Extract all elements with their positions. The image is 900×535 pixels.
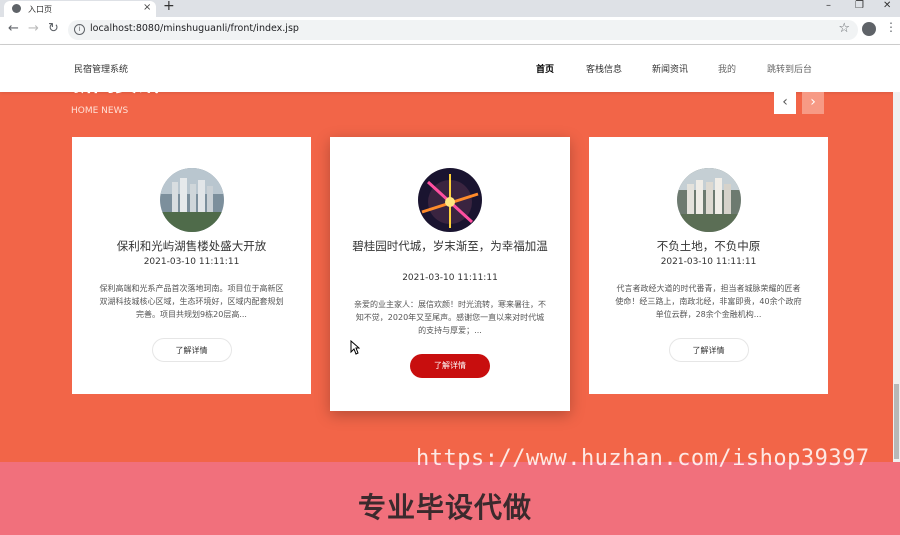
nav-admin[interactable]: 跳转到后台 — [767, 62, 812, 75]
nav-inn-info[interactable]: 客栈信息 — [586, 62, 622, 75]
window-close-icon[interactable]: ✕ — [883, 0, 891, 11]
carousel-next-button[interactable]: › — [802, 92, 824, 114]
url-input[interactable]: i localhost:8080/minshuguanli/front/inde… — [68, 20, 858, 40]
learn-more-button[interactable]: 了解详情 — [668, 338, 749, 362]
learn-more-button[interactable]: 了解详情 — [410, 354, 490, 378]
nav-mine[interactable]: 我的 — [718, 62, 736, 75]
watermark-url: https://www.huzhan.com/ishop39397 — [416, 446, 870, 471]
address-bar-row: ← → ↻ i localhost:8080/minshuguanli/fron… — [0, 17, 900, 45]
url-text: localhost:8080/minshuguanli/front/index.… — [90, 23, 299, 34]
news-date: 2021-03-10 11:11:11 — [660, 257, 757, 267]
forward-icon[interactable]: → — [28, 21, 39, 36]
news-card[interactable]: 碧桂园时代城，岁末渐至，为幸福加温 2021-03-10 11:11:11 亲爱… — [330, 137, 570, 411]
news-date: 2021-03-10 11:11:11 — [143, 257, 240, 267]
news-summary: 代言者政经大道的时代番青，担当者城脉荣耀的匠者使命！经三路上，南政北经，非富即贵… — [615, 284, 802, 319]
minimize-icon[interactable]: – — [826, 0, 831, 11]
learn-more-button[interactable]: 了解详情 — [151, 338, 232, 362]
news-title[interactable]: 保利和光屿湖售楼处盛大开放 — [90, 238, 293, 254]
bookmark-star-icon[interactable]: ☆ — [838, 21, 850, 36]
watermark-text: 专业毕设代做 — [358, 491, 533, 524]
menu-dots-icon[interactable]: ⋮ — [885, 20, 897, 34]
reload-icon[interactable]: ↻ — [48, 21, 59, 36]
browser-tab-bar: 入口页 × + – ❐ ✕ — [0, 0, 900, 17]
nav-news[interactable]: 新闻资讯 — [652, 62, 688, 75]
browser-tab[interactable]: 入口页 × — [4, 1, 156, 17]
back-icon[interactable]: ← — [8, 21, 19, 36]
news-thumbnail[interactable] — [676, 168, 741, 232]
news-title[interactable]: 碧桂园时代城，岁末渐至，为幸福加温 — [348, 238, 552, 254]
news-thumbnail[interactable] — [159, 168, 224, 232]
info-icon[interactable]: i — [74, 24, 85, 35]
tab-close-icon[interactable]: × — [143, 2, 151, 13]
news-card[interactable]: 保利和光屿湖售楼处盛大开放 2021-03-10 11:11:11 保利高端和光… — [72, 137, 311, 394]
globe-icon — [12, 4, 21, 13]
news-summary: 保利高端和光系产品首次落地珂南。项目位于高新区双湖科技城核心区域，生态环境好，区… — [99, 284, 284, 319]
tab-title: 入口页 — [28, 5, 52, 14]
restore-icon[interactable]: ❐ — [855, 0, 864, 11]
news-summary: 亲爱的业主家人：展信欢颜！时光流转，寒来暑往，不知不觉，2020年又至尾声。感谢… — [354, 300, 546, 335]
carousel-prev-button[interactable]: ‹ — [774, 92, 796, 114]
news-card[interactable]: 不负土地，不负中原 2021-03-10 11:11:11 代言者政经大道的时代… — [589, 137, 828, 394]
new-tab-icon[interactable]: + — [163, 0, 175, 14]
account-icon[interactable] — [862, 22, 876, 36]
news-date: 2021-03-10 11:11:11 — [402, 273, 498, 283]
site-header: 民宿管理系统 首页 客栈信息 新闻资讯 我的 跳转到后台 — [0, 45, 900, 92]
nav-home[interactable]: 首页 — [536, 62, 554, 75]
news-title[interactable]: 不负土地，不负中原 — [607, 238, 810, 254]
section-subtitle: HOME NEWS — [71, 106, 129, 116]
news-thumbnail[interactable] — [418, 168, 482, 232]
site-brand[interactable]: 民宿管理系统 — [74, 62, 128, 75]
scrollbar-thumb[interactable] — [894, 384, 899, 459]
mouse-cursor-icon — [350, 340, 360, 355]
